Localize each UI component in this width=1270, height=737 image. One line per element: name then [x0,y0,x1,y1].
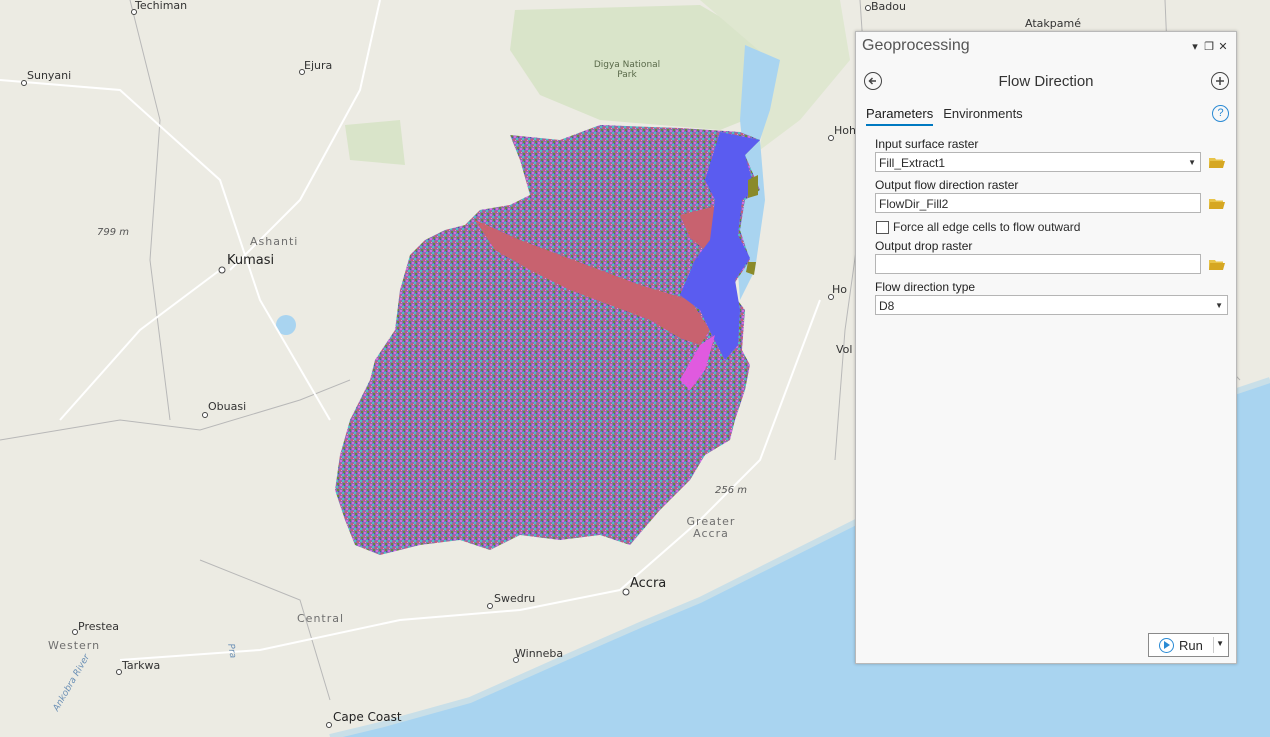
output-drop-label: Output drop raster [875,239,973,253]
pane-titlebar: Geoprocessing ▾ ❐ ✕ [856,32,1236,60]
region-label: Ashanti [250,235,299,248]
input-surface-value: Fill_Extract1 [879,156,946,170]
pane-maximize-icon[interactable]: ❐ [1202,40,1216,53]
place-label: Obuasi [208,400,247,413]
tab-parameters[interactable]: Parameters [866,106,934,126]
tool-tabs: Parameters Environments [866,106,1023,126]
region-label: Greater Accra [686,515,736,540]
output-flow-value: FlowDir_Fill2 [879,197,949,211]
region-label: Western [48,639,101,652]
place-label: Tarkwa [122,659,161,672]
place-label: Cape Coast [333,710,402,724]
browse-folder-icon[interactable] [1209,259,1225,271]
flow-type-value: D8 [879,299,895,313]
input-surface-label: Input surface raster [875,137,979,151]
region-label: Central [297,612,345,625]
place-label: Hoh [834,124,856,137]
chevron-down-icon: ▼ [1188,158,1196,167]
output-flow-input[interactable]: FlowDir_Fill2 [875,193,1201,213]
help-icon[interactable]: ? [1212,105,1229,122]
flow-type-label: Flow direction type [875,280,976,294]
place-label: Badou [871,0,906,13]
tab-environments[interactable]: Environments [943,106,1022,126]
play-icon [1159,637,1174,653]
flow-type-dropdown[interactable]: D8 ▼ [875,295,1228,315]
chevron-down-icon: ▼ [1215,301,1223,310]
input-surface-dropdown[interactable]: Fill_Extract1 ▼ [875,152,1201,172]
place-label: Prestea [78,620,120,633]
run-options-chevron-icon[interactable]: ▼ [1216,639,1224,648]
place-label: Accra [630,576,667,591]
pane-close-icon[interactable]: ✕ [1216,40,1230,53]
output-flow-label: Output flow direction raster [875,178,1019,192]
browse-folder-icon[interactable] [1209,198,1225,210]
add-plus-icon[interactable] [1211,72,1229,90]
force-edge-label: Force all edge cells to flow outward [893,220,1081,234]
place-label: Atakpamé [1025,17,1081,30]
place-label: Sunyani [27,69,72,82]
place-label: Ho [832,283,848,296]
place-label: Swedru [494,592,536,605]
place-label: Winneba [515,647,564,660]
elevation-label: 256 m [715,485,748,496]
place-label: Techiman [135,0,188,12]
divider [1213,637,1214,653]
tool-title: Flow Direction [998,73,1094,90]
output-drop-input[interactable] [875,254,1201,274]
park-label: Digya National Park [593,60,661,80]
geoprocessing-pane: Geoprocessing ▾ ❐ ✕ Flow Direction Param… [855,31,1237,664]
run-button[interactable]: Run ▼ [1148,633,1229,657]
elevation-label: 799 m [97,227,130,238]
pane-title: Geoprocessing [862,37,970,54]
place-label: Ejura [304,59,333,72]
pane-menu-icon[interactable]: ▾ [1188,40,1202,53]
browse-folder-icon[interactable] [1209,157,1225,169]
tool-header: Flow Direction [856,67,1236,95]
run-label: Run [1179,637,1203,653]
place-label: Kumasi [227,253,275,268]
place-label: Vol [836,343,853,356]
force-edge-checkbox[interactable] [876,221,889,234]
